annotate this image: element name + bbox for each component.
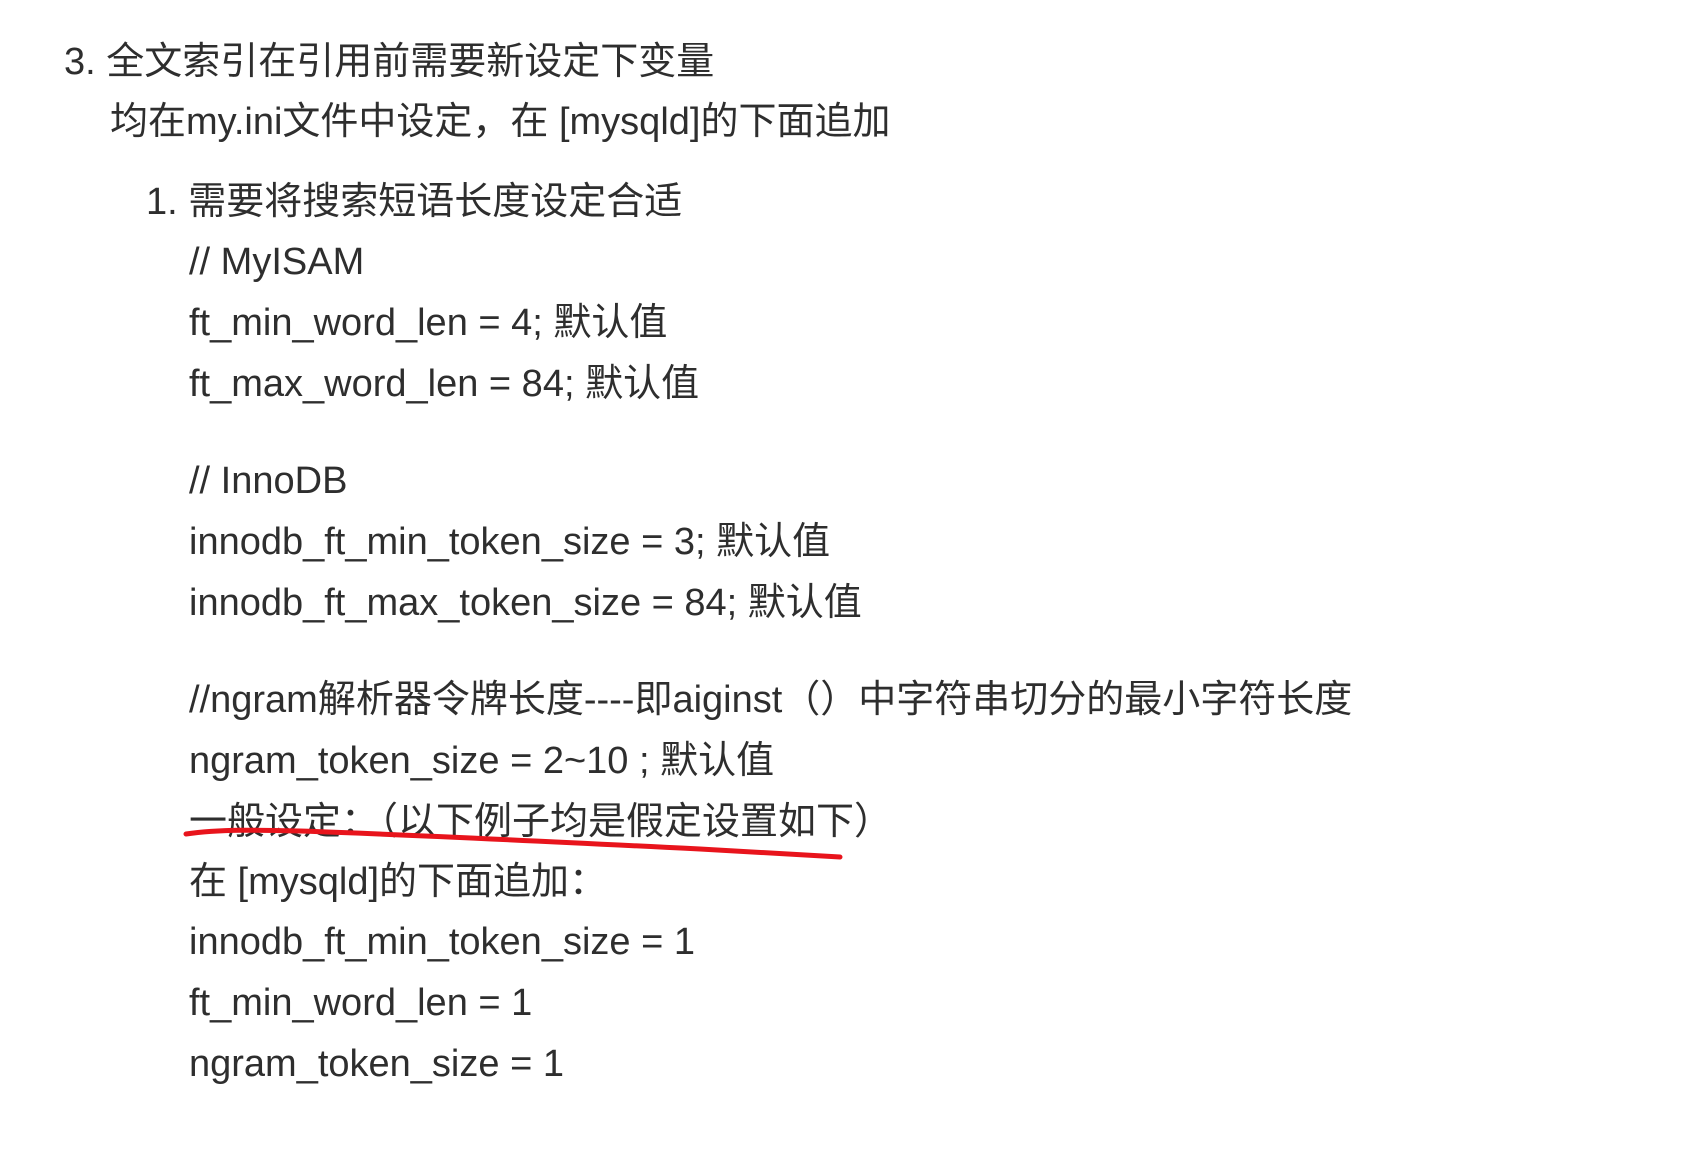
section-heading: 3. 全文索引在引用前需要新设定下变量 (64, 41, 715, 83)
ngram-comment: //ngram解析器令牌长度----即aiginst（）中字符串切分的最小字符长… (189, 679, 1353, 721)
myisam-max-word-len: ft_max_word_len = 84; 默认值 (189, 363, 700, 405)
general-ft-min-word-len: ft_min_word_len = 1 (189, 982, 533, 1024)
general-ngram-token-size: ngram_token_size = 1 (189, 1043, 564, 1085)
innodb-min-token-size: innodb_ft_min_token_size = 3; 默认值 (189, 521, 831, 563)
ngram-token-size-default: ngram_token_size = 2~10 ; 默认值 (189, 740, 775, 782)
subsection-heading: 1. 需要将搜索短语长度设定合适 (146, 181, 683, 223)
innodb-max-token-size: innodb_ft_max_token_size = 84; 默认值 (189, 582, 862, 624)
general-innodb-min-token-size: innodb_ft_min_token_size = 1 (189, 921, 695, 963)
general-settings-heading: 一般设定：（以下例子均是假定设置如下） (189, 801, 893, 843)
general-append-note: 在 [mysqld]的下面追加： (189, 861, 608, 903)
section-intro: 均在my.ini文件中设定，在 [mysqld]的下面追加 (110, 101, 891, 143)
myisam-comment: // MyISAM (189, 241, 365, 283)
innodb-comment: // InnoDB (189, 460, 348, 502)
myisam-min-word-len: ft_min_word_len = 4; 默认值 (189, 302, 668, 344)
